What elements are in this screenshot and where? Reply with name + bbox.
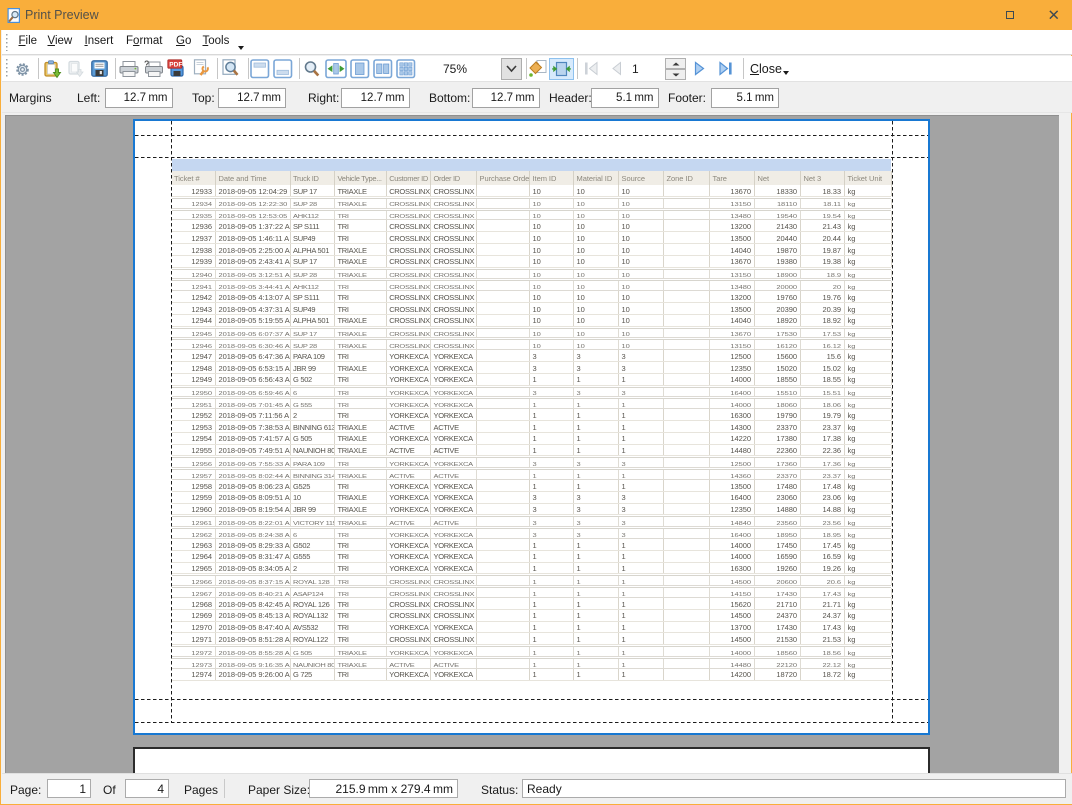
svg-text:PDF: PDF [169, 61, 182, 68]
